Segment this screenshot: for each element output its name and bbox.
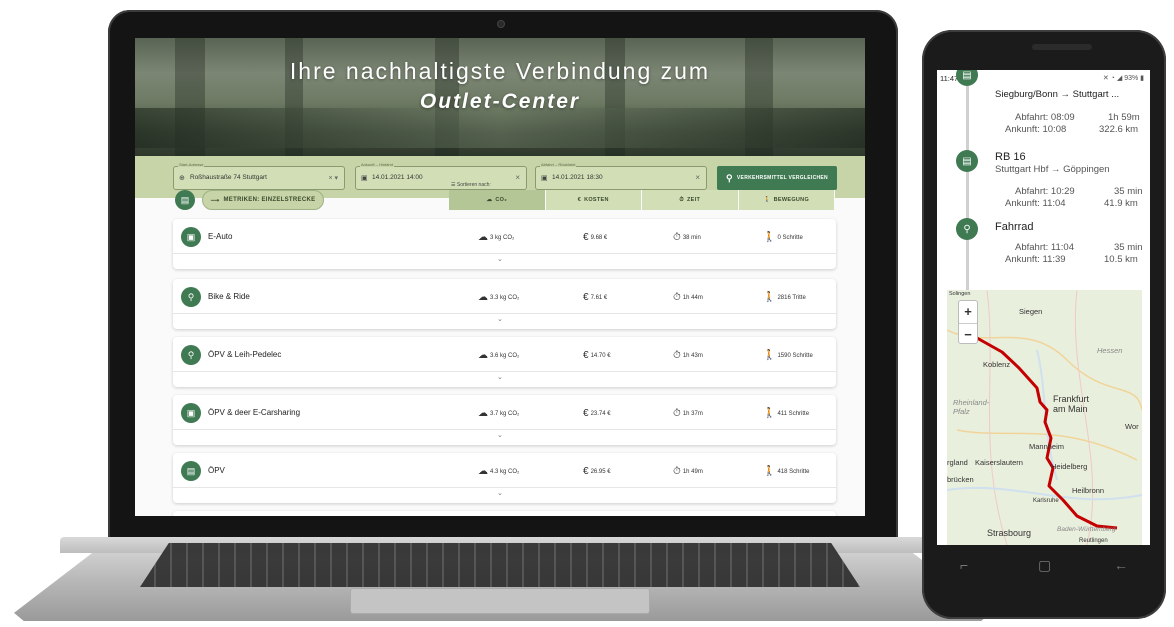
bike-icon: ⚲ [181,287,201,307]
walk-icon: 🚶 [763,466,776,477]
zoom-in-button[interactable]: + [959,301,977,322]
timer-icon: ⏱ [679,196,684,203]
phone-screen: 11:47 ✕ ◔ ◢ 93% ▮ ▤ Siegburg/Bonn → Stut… [937,70,1150,545]
sort-label: ☰ Sortieren nach: [451,182,491,188]
cloud-icon: ☁ [478,466,488,477]
euro-icon: € [583,408,589,419]
expand-chevron-icon[interactable]: ⌄ [497,255,503,263]
car-icon: ▣ [181,227,201,247]
euro-icon: € [577,197,582,203]
laptop-screen: Ihre nachhaltigste Verbindung zum Outlet… [135,38,865,516]
timeline-line [966,86,969,296]
tab-bewegung[interactable]: 🚶 BEWEGUNG [738,190,835,210]
route-card[interactable]: ⚲ ÖPV & Leih-Pedelec ☁ 3.6 kg CO₂ €14.70 … [173,337,836,387]
route-map[interactable]: + − Solingen Siegen Koblenz Hessen Rhein… [947,290,1142,545]
route-card[interactable]: ⚲ Bike & Ride ☁ 3.3 kg CO₂ €7.61 € ⏱ 1h 44… [173,279,836,329]
tab-co2[interactable]: ☁ CO₂ [449,190,546,210]
pedelec-icon: ⚲ [181,345,201,365]
cloud-icon: ☁ [478,232,488,243]
hero-title: Ihre nachhaltigste Verbindung zum [289,58,711,84]
search-icon: ⚲ [726,172,733,183]
map-zoom-control: + − [958,300,978,344]
hero-banner: Ihre nachhaltigste Verbindung zum Outlet… [135,38,865,156]
clear-dropdown-icon[interactable]: × ▾ [328,174,338,182]
printer-icon: ▤ [180,194,190,205]
recent-apps-icon[interactable]: ⌐ [960,557,968,573]
expand-chevron-icon[interactable]: ⌄ [497,315,503,323]
tab-kosten[interactable]: € KOSTEN [545,190,642,210]
timer-icon: ⏱ [673,408,681,419]
euro-icon: € [583,232,589,243]
sort-tabs: ☁ CO₂ € KOSTEN ⏱ ZEIT 🚶 BEWEGUNG [449,190,835,210]
timer-icon: ⏱ [673,232,681,243]
timer-icon: ⏱ [673,292,681,303]
walk-icon: 🚶 [763,408,776,419]
cloud-icon: ☁ [486,197,493,203]
departure-field[interactable]: Abfahrt – Rückfahrt ▣ 14.01.2021 18:30 × [535,162,707,190]
route-card[interactable]: ▣ E-Auto ☁ 3 kg CO₂ €9.68 € ⏱ 38 min 🚶 0 Sc… [173,219,836,269]
euro-icon: € [583,350,589,361]
bike-icon: ⚲ [956,218,978,240]
arrival-field[interactable]: Ankunft – Hinfahrt ▣ 14.01.2021 14:00 × [355,162,527,190]
phone-earpiece [1032,44,1092,50]
laptop-keyboard [140,543,860,587]
train-icon: ▤ [956,150,978,172]
expand-chevron-icon[interactable]: ⌄ [497,373,503,381]
clear-icon[interactable]: × [515,173,520,182]
clear-icon[interactable]: × [695,173,700,182]
calendar-icon: ▣ [541,175,548,182]
tab-zeit[interactable]: ⏱ ZEIT [642,190,739,210]
expand-chevron-icon[interactable]: ⌄ [497,489,503,497]
metrics-toggle-button[interactable]: ⟶ METRIKEN: EINZELSTRECKE [202,190,324,210]
arrow-right-icon: ⟶ [210,197,220,204]
timer-icon: ⏱ [673,350,681,361]
euro-icon: € [583,466,589,477]
car-icon: ▣ [181,403,201,423]
print-button[interactable]: ▤ [175,190,195,210]
walk-icon: 🚶 [763,292,776,303]
hero-subtitle: Outlet-Center [419,90,581,113]
cloud-icon: ☁ [478,350,488,361]
route-card[interactable]: ▤ ÖPV ☁ 4.3 kg CO₂ €26.95 € ⏱ 1h 49m 🚶 418 … [173,453,836,503]
device-mockup: Ihre nachhaltigste Verbindung zum Outlet… [0,0,1174,627]
cloud-icon: ☁ [478,292,488,303]
walk-icon: 🚶 [763,350,776,361]
start-address-field[interactable]: Start-Adresse ⊕ Roßhaustraße 74 Stuttgar… [173,162,345,190]
laptop-trackpad [350,588,650,614]
euro-icon: € [583,292,589,303]
compare-button[interactable]: ⚲ VERKEHRSMITTEL VERGLEICHEN [717,166,837,190]
cloud-icon: ☁ [478,408,488,419]
zoom-out-button[interactable]: − [959,323,977,344]
back-icon[interactable]: ← [1114,557,1128,573]
laptop-camera [497,20,505,28]
route-card[interactable] [173,511,836,516]
expand-chevron-icon[interactable]: ⌄ [497,431,503,439]
battery-indicator: ✕ ◔ ◢ 93% ▮ [1102,75,1144,82]
home-icon[interactable]: ▢ [1038,557,1051,574]
calendar-icon: ▣ [361,175,368,182]
train-icon: ▤ [181,461,201,481]
route-card[interactable]: ▣ ÖPV & deer E-Carsharing ☁ 3.7 kg CO₂ €2… [173,395,836,445]
walk-icon: 🚶 [763,197,771,203]
walk-icon: 🚶 [763,232,776,243]
location-icon: ⊕ [179,175,185,182]
timer-icon: ⏱ [673,466,681,477]
